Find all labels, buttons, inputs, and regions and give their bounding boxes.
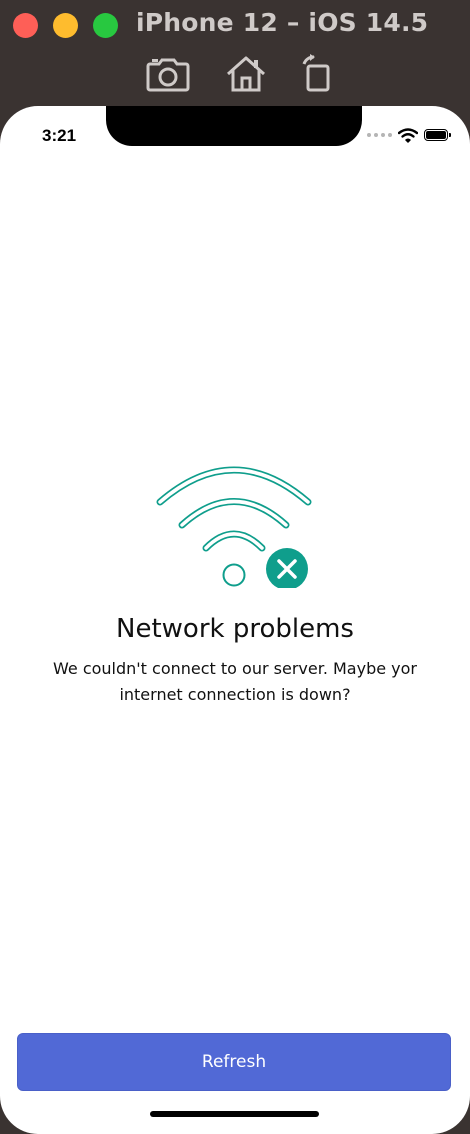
error-message: We couldn't connect to our server. Maybe… xyxy=(53,659,417,704)
close-window-button[interactable] xyxy=(13,13,38,38)
simulator-window: iPhone 12 – iOS 14.5 3:21 Network proble… xyxy=(0,0,470,1134)
device-notch xyxy=(106,106,362,146)
home-indicator[interactable] xyxy=(150,1111,319,1117)
cellular-signal-icon xyxy=(367,133,392,137)
wifi-off-icon xyxy=(150,458,318,588)
wifi-icon xyxy=(398,127,418,143)
battery-icon xyxy=(424,129,451,141)
home-icon[interactable] xyxy=(224,54,268,94)
status-indicators xyxy=(367,126,451,144)
minimize-window-button[interactable] xyxy=(53,13,78,38)
device-screen: 3:21 Network problems We couldn't connec… xyxy=(0,106,470,1134)
window-title: iPhone 12 – iOS 14.5 xyxy=(136,8,429,37)
status-time: 3:21 xyxy=(42,126,77,145)
camera-icon[interactable] xyxy=(146,54,190,94)
refresh-button[interactable]: Refresh xyxy=(17,1033,451,1091)
error-title: Network problems xyxy=(116,614,354,644)
rotate-icon[interactable] xyxy=(296,54,340,94)
zoom-window-button[interactable] xyxy=(93,13,118,38)
simulator-titlebar: iPhone 12 – iOS 14.5 xyxy=(0,0,470,106)
